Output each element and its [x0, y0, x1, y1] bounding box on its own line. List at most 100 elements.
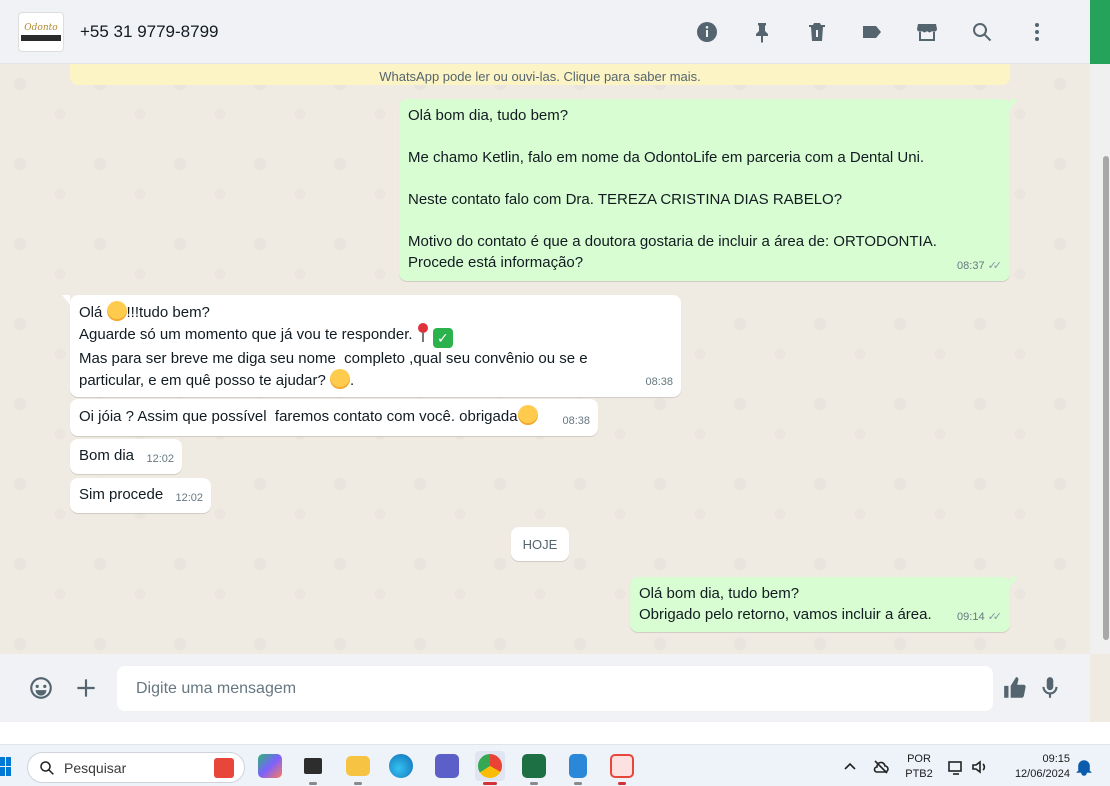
message-time: 09:14 — [957, 611, 985, 623]
message-line: particular, e em quê posso te ajudar? . — [79, 369, 672, 391]
chrome-browser-icon[interactable] — [475, 751, 505, 785]
info-icon[interactable] — [679, 12, 734, 52]
scrollbar-thumb[interactable] — [1103, 156, 1109, 640]
chevron-up-icon[interactable] — [841, 758, 859, 776]
read-ticks-icon: ✓✓ — [987, 260, 1003, 272]
copilot-app-icon[interactable] — [255, 751, 285, 781]
message-text: Olá — [79, 304, 107, 321]
message-line: Mas para ser breve me diga seu nome comp… — [79, 350, 588, 367]
task-view-icon[interactable] — [298, 751, 328, 785]
menu-icon[interactable] — [1009, 12, 1064, 52]
delete-icon[interactable] — [789, 12, 844, 52]
search-icon[interactable] — [954, 12, 1009, 52]
message-text: particular, e em quê posso te ajudar? — [79, 372, 330, 389]
blush-emoji-icon — [330, 369, 350, 389]
message-line: Oi jóia ? Assim que possível faremos con… — [79, 405, 589, 427]
message-line: Procede está informação? — [408, 254, 584, 271]
encryption-notice[interactable]: WhatsApp pode ler ou ouvi-las. Clique pa… — [70, 64, 1010, 85]
chat-header: Odonto +55 31 9779-8799 — [0, 0, 1090, 64]
contact-avatar[interactable]: Odonto — [18, 11, 64, 52]
start-icon[interactable] — [0, 757, 12, 777]
running-indicator — [530, 782, 538, 785]
header-actions — [679, 0, 1064, 64]
language-indicator[interactable]: POR PTB2 — [902, 752, 936, 782]
running-indicator — [618, 782, 626, 785]
message-meta: 08:38 — [562, 411, 590, 432]
message-incoming[interactable]: Sim procede 12:02 — [70, 478, 211, 513]
message-text: . — [350, 372, 355, 389]
read-ticks-icon: ✓✓ — [987, 611, 1003, 623]
snipping-tool-icon[interactable] — [607, 751, 637, 785]
volume-icon[interactable] — [970, 758, 988, 776]
message-line: Olá bom dia, tudo bem? — [639, 585, 800, 602]
search-icon — [40, 760, 54, 775]
attach-plus-icon[interactable] — [64, 666, 108, 710]
notepad-icon[interactable] — [563, 751, 593, 785]
keyboard-layout: PTB2 — [905, 768, 933, 780]
bubble-tail — [1010, 99, 1018, 109]
network-icon[interactable] — [947, 758, 965, 776]
store-icon[interactable] — [899, 12, 954, 52]
message-meta: 08:38 — [645, 372, 673, 393]
check-mark-emoji-icon: ✓ — [432, 328, 453, 348]
message-meta: 08:37 ✓✓ — [957, 256, 1002, 277]
message-time: 12:02 — [146, 453, 174, 465]
microphone-icon[interactable] — [1028, 666, 1072, 710]
message-time: 08:38 — [645, 376, 673, 388]
contact-name[interactable]: +55 31 9779-8799 — [80, 22, 219, 42]
avatar-logo-script: Odonto — [24, 22, 58, 33]
avatar-logo-bar — [21, 34, 61, 41]
windows-taskbar: Pesquisar POR PTB2 09:15 12/06/2024 — [0, 744, 1110, 786]
message-meta: 09:14 ✓✓ — [957, 607, 1002, 628]
bubble-tail — [1010, 577, 1018, 587]
smile-emoji-icon — [106, 301, 127, 321]
message-incoming[interactable]: Oi jóia ? Assim que possível faremos con… — [70, 399, 598, 436]
edge-browser-icon[interactable] — [386, 751, 416, 781]
emoji-icon[interactable] — [19, 666, 63, 710]
grin-emoji-icon — [517, 405, 538, 425]
clock-date: 12/06/2024 — [1014, 768, 1070, 780]
running-indicator — [574, 782, 582, 785]
message-text: Aguarde só um momento que já vou te resp… — [79, 326, 417, 343]
clock-time: 09:15 — [1042, 753, 1070, 765]
message-line: Obrigado pelo retorno, vamos incluir a á… — [639, 606, 932, 623]
excel-icon[interactable] — [519, 751, 549, 785]
notification-bell-icon[interactable] — [1075, 758, 1093, 776]
message-time: 08:37 — [957, 260, 985, 272]
message-input[interactable] — [117, 666, 993, 711]
message-time: 08:38 — [562, 415, 590, 427]
chat-area[interactable]: WhatsApp pode ler ou ouvi-las. Clique pa… — [0, 64, 1090, 654]
message-composer — [0, 654, 1090, 722]
message-text: !!!tudo bem? — [126, 304, 210, 321]
message-outgoing[interactable]: Olá bom dia, tudo bem? Obrigado pelo ret… — [630, 577, 1018, 632]
pushpin-emoji-icon — [417, 323, 429, 343]
taskbar-search[interactable]: Pesquisar — [27, 752, 245, 783]
running-indicator — [309, 782, 317, 785]
clock[interactable]: 09:15 12/06/2024 — [1000, 752, 1070, 782]
message-line: Aguarde só um momento que já vou te resp… — [79, 323, 672, 348]
gift-icon — [214, 758, 234, 778]
language-code: POR — [907, 753, 931, 765]
message-incoming[interactable]: Olá !!!tudo bem? Aguarde só um momento q… — [62, 295, 681, 397]
cloud-off-icon[interactable] — [872, 758, 890, 776]
message-incoming[interactable]: Bom dia 12:02 — [70, 439, 182, 474]
message-time: 12:02 — [175, 492, 203, 504]
bubble-tail — [62, 295, 70, 305]
running-indicator — [483, 782, 497, 785]
date-divider: HOJE — [511, 527, 569, 561]
message-meta: 12:02 — [146, 449, 174, 470]
file-explorer-icon[interactable] — [343, 751, 373, 785]
chat-scrollbar[interactable] — [1090, 64, 1110, 654]
message-line: Neste contato falo com Dra. TEREZA CRIST… — [408, 191, 843, 208]
message-meta: 12:02 — [175, 488, 203, 509]
teams-icon[interactable] — [432, 751, 462, 781]
window-bottom-gap — [0, 722, 1110, 744]
message-line: Olá bom dia, tudo bem? — [408, 107, 569, 124]
pin-icon[interactable] — [734, 12, 789, 52]
label-icon[interactable] — [844, 12, 899, 52]
running-indicator — [354, 782, 362, 785]
message-outgoing[interactable]: Olá bom dia, tudo bem? Me chamo Ketlin, … — [399, 99, 1018, 281]
